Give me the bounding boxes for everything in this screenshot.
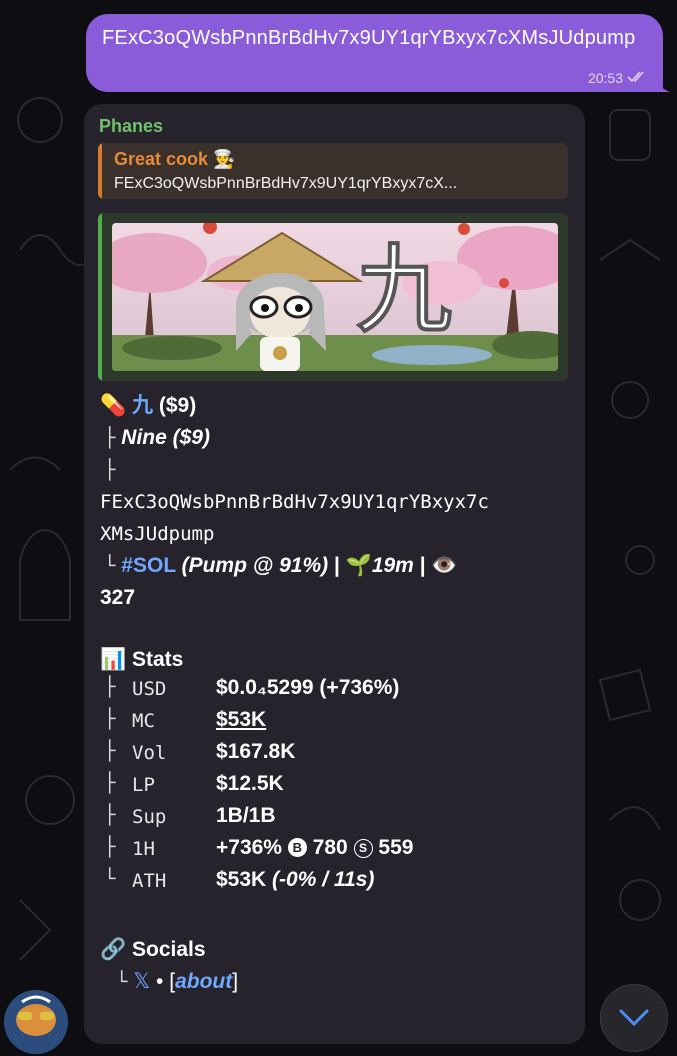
scroll-down-button[interactable] xyxy=(600,984,668,1052)
buys-count: 780 xyxy=(312,836,348,859)
stat-label-usd: USD xyxy=(132,678,167,700)
token-address-line-2[interactable]: XMsJUdpump xyxy=(100,518,214,550)
sells-icon: S xyxy=(353,839,373,858)
eye-icon: 👁️ xyxy=(431,554,458,577)
buys-icon: B xyxy=(287,838,307,857)
tree-branch: ├ xyxy=(104,676,116,698)
stats-title: Stats xyxy=(132,648,184,671)
view-count: 327 xyxy=(100,586,136,609)
reply-author: Great cook 👨‍🍳 xyxy=(114,149,236,169)
token-address-line-1[interactable]: FExC3oQWsbPnnBrBdHv7x9UY1qrYBxyx7c xyxy=(100,486,489,518)
chevron-down-icon xyxy=(619,1009,649,1027)
tree-branch: ├ xyxy=(104,459,116,481)
bar-chart-icon: 📊 xyxy=(100,648,127,671)
incoming-message-card[interactable]: Phanes Great cook 👨‍🍳 FExC3oQWsbPnnBrBdH… xyxy=(84,104,585,1044)
stat-label-sup: Sup xyxy=(132,806,167,828)
link-icon: 🔗 xyxy=(100,938,127,961)
token-name-row: ├ Nine ($9) xyxy=(104,422,210,454)
outgoing-message-bubble[interactable]: FExC3oQWsbPnnBrBdHv7x9UY1qrYBxyx7cXMsJUd… xyxy=(86,14,663,92)
pill-icon: 💊 xyxy=(100,394,127,417)
x-link-icon[interactable]: 𝕏 xyxy=(133,970,150,993)
stat-value-lp: $12.5K xyxy=(216,772,284,795)
sender-name[interactable]: Phanes xyxy=(99,116,163,137)
chain-hashtag[interactable]: #SOL xyxy=(121,554,175,577)
tree-branch: ├ xyxy=(104,427,116,449)
link-preview[interactable]: 九 xyxy=(98,213,568,381)
message-meta: 20:53 xyxy=(588,70,647,86)
token-header: 💊 九 ($9) xyxy=(100,390,196,422)
stat-value-mc-link[interactable]: $53K xyxy=(216,708,266,732)
preview-glyph: 九 xyxy=(356,234,452,346)
tree-branch: ├ xyxy=(104,836,116,858)
reply-text: FExC3oQWsbPnnBrBdHv7x9UY1qrYBxyx7cX... xyxy=(114,175,458,192)
pump-status: (Pump @ 91%) xyxy=(181,554,329,577)
stat-label-lp: LP xyxy=(132,774,155,796)
token-image[interactable]: 九 xyxy=(112,223,558,371)
tree-last: └ xyxy=(104,555,116,577)
tree-branch: ├ xyxy=(104,804,116,826)
preview-accent-bar xyxy=(98,213,102,381)
reply-accent-bar xyxy=(98,143,102,199)
outgoing-message-text: FExC3oQWsbPnnBrBdHv7x9UY1qrYBxyx7cXMsJUd… xyxy=(102,27,636,49)
double-check-icon xyxy=(627,70,647,86)
token-price: ($9) xyxy=(158,394,197,417)
token-meta-row: └ #SOL (Pump @ 91%) | 🌱19m | 👁️ xyxy=(104,554,458,577)
bot-avatar[interactable] xyxy=(4,990,68,1054)
stat-value-1h: +736% B 780 S 559 xyxy=(216,836,414,859)
tree-branch: ├ xyxy=(104,772,116,794)
token-symbol-link[interactable]: 九 xyxy=(132,394,153,417)
token-age: 19m xyxy=(371,554,414,577)
stat-label-ath: ATH xyxy=(132,870,167,892)
message-time: 20:53 xyxy=(587,70,623,86)
bubble-tail xyxy=(648,74,670,92)
tree-last: └ xyxy=(116,971,128,993)
tree-last: └ xyxy=(104,868,116,890)
token-name: Nine ($9) xyxy=(121,426,210,449)
stat-label-mc: MC xyxy=(132,710,155,732)
tree-branch: ├ xyxy=(104,708,116,730)
socials-title: Socials xyxy=(132,938,206,961)
socials-row: └ 𝕏 • [about] xyxy=(116,970,239,993)
stats-heading: 📊 Stats xyxy=(100,644,183,676)
tree-branch: ├ xyxy=(104,740,116,762)
stats-table: ├ USD $0.0₄5299 (+736%) ├ MC $53K ├ Vol … xyxy=(84,676,585,906)
stat-label-vol: Vol xyxy=(132,742,167,764)
stat-label-1h: 1H xyxy=(132,838,155,860)
stat-value-vol: $167.8K xyxy=(216,740,296,763)
stat-value-ath: $53K (-0% / 11s) xyxy=(216,868,375,891)
reply-quote[interactable]: Great cook 👨‍🍳 FExC3oQWsbPnnBrBdHv7x9UY1… xyxy=(98,143,568,199)
socials-heading: 🔗 Socials xyxy=(100,934,206,966)
address-row-branch: ├ xyxy=(104,454,115,486)
about-link[interactable]: about xyxy=(175,970,232,993)
sells-count: 559 xyxy=(378,836,414,859)
seedling-icon: 🌱 xyxy=(345,554,372,577)
stat-value-usd: $0.0₄5299 (+736%) xyxy=(216,676,400,699)
stat-value-sup: 1B/1B xyxy=(216,804,276,827)
